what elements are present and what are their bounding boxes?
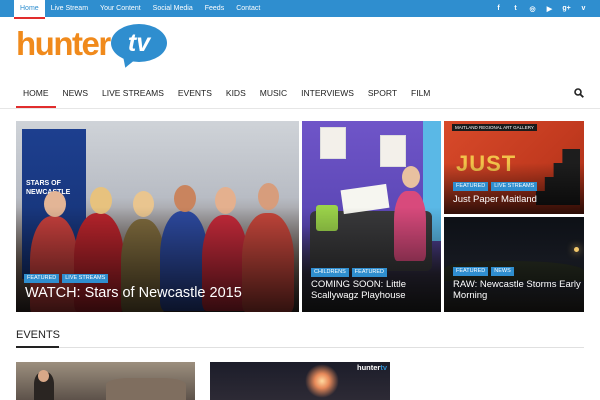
tile-tags: FEATURED NEWS (453, 267, 514, 276)
top-nav-home[interactable]: Home (14, 0, 45, 19)
events-divider (16, 347, 584, 348)
main-nav-live-streams[interactable]: LIVE STREAMS (95, 82, 171, 106)
image-figure-head (402, 166, 420, 188)
tag-featured[interactable]: FEATURED (453, 182, 489, 191)
featured-tile-just-paper-maitland[interactable]: MAITLAND REGIONAL ART GALLERY JUST FEATU… (444, 121, 584, 214)
top-nav-live-stream[interactable]: Live Stream (45, 0, 94, 17)
image-poster (320, 127, 346, 159)
logo-tv-bubble: tv (111, 24, 167, 62)
events-heading: EVENTS (16, 329, 61, 341)
youtube-icon[interactable]: ▶ (541, 5, 558, 13)
tag-featured[interactable]: FEATURED (351, 268, 388, 277)
logo-wordmark: hunter (16, 25, 111, 62)
tile-title[interactable]: WATCH: Stars of Newcastle 2015 (25, 285, 293, 302)
tag-childrens[interactable]: CHILDRENS (311, 268, 349, 277)
search-icon[interactable] (574, 88, 584, 98)
tile-tags: FEATURED LIVE STREAMS (24, 274, 109, 283)
vimeo-icon[interactable]: v (575, 5, 592, 12)
logo-wordmark: hunter (356, 363, 381, 372)
top-nav-social-media[interactable]: Social Media (147, 0, 199, 17)
event-card-logo: huntertv (357, 363, 387, 372)
events-heading-underline (16, 346, 59, 348)
top-nav: Home Live Stream Your Content Social Med… (14, 0, 266, 19)
image-poster (380, 135, 406, 167)
main-nav: HOME NEWS LIVE STREAMS EVENTS KIDS MUSIC… (16, 82, 584, 108)
googleplus-icon[interactable]: g+ (558, 5, 575, 12)
main-nav-interviews[interactable]: INTERVIEWS (294, 82, 361, 106)
tag-news[interactable]: NEWS (491, 267, 514, 276)
top-nav-contact[interactable]: Contact (230, 0, 266, 17)
tile-title[interactable]: Just Paper Maitland (453, 194, 579, 205)
top-nav-your-content[interactable]: Your Content (94, 0, 147, 17)
main-nav-events[interactable]: EVENTS (171, 82, 219, 106)
logo-tv-text: tv (127, 29, 151, 57)
social-links: f t ◎ ▶ g+ v (490, 0, 592, 17)
image-street-light (574, 247, 579, 252)
top-nav-feeds[interactable]: Feeds (199, 0, 230, 17)
image-figure-head (38, 370, 49, 382)
tile-tags: CHILDRENS FEATURED (311, 268, 388, 277)
top-bar: Home Live Stream Your Content Social Med… (0, 0, 600, 19)
featured-tile-newcastle-storms[interactable]: FEATURED NEWS RAW: Newcastle Storms Earl… (444, 217, 584, 312)
tile-tags: FEATURED LIVE STREAMS (453, 182, 538, 191)
image-fireworks (305, 364, 339, 398)
tag-featured[interactable]: FEATURED (24, 274, 60, 283)
tag-featured[interactable]: FEATURED (453, 267, 489, 276)
image-sign: MAITLAND REGIONAL ART GALLERY (452, 124, 537, 131)
main-nav-sport[interactable]: SPORT (361, 82, 404, 106)
tag-live-streams[interactable]: LIVE STREAMS (62, 274, 109, 283)
image-crowd (106, 378, 186, 400)
tile-title[interactable]: RAW: Newcastle Storms Early Morning (453, 279, 581, 302)
main-nav-news[interactable]: NEWS (56, 82, 96, 106)
featured-tile-stars-of-newcastle[interactable]: STARS OF NEWCASTLE FEATURED LIVE STREAMS… (16, 121, 299, 312)
featured-tile-little-scallywagz[interactable]: CHILDRENS FEATURED COMING SOON: Little S… (302, 121, 441, 312)
facebook-icon[interactable]: f (490, 5, 507, 12)
twitter-icon[interactable]: t (507, 5, 524, 12)
image-figure-head (258, 183, 279, 210)
main-nav-film[interactable]: FILM (404, 82, 437, 106)
event-card-1[interactable] (16, 362, 195, 400)
main-nav-music[interactable]: MUSIC (253, 82, 294, 106)
event-card-2[interactable]: huntertv (210, 362, 390, 400)
nav-divider (0, 108, 600, 109)
tag-live-streams[interactable]: LIVE STREAMS (491, 182, 538, 191)
main-nav-home[interactable]: HOME (16, 82, 56, 108)
main-nav-kids[interactable]: KIDS (219, 82, 253, 106)
tile-title[interactable]: COMING SOON: Little Scallywagz Playhouse (311, 279, 437, 302)
logo-tv-text: tv (380, 363, 387, 372)
instagram-icon[interactable]: ◎ (524, 5, 541, 13)
